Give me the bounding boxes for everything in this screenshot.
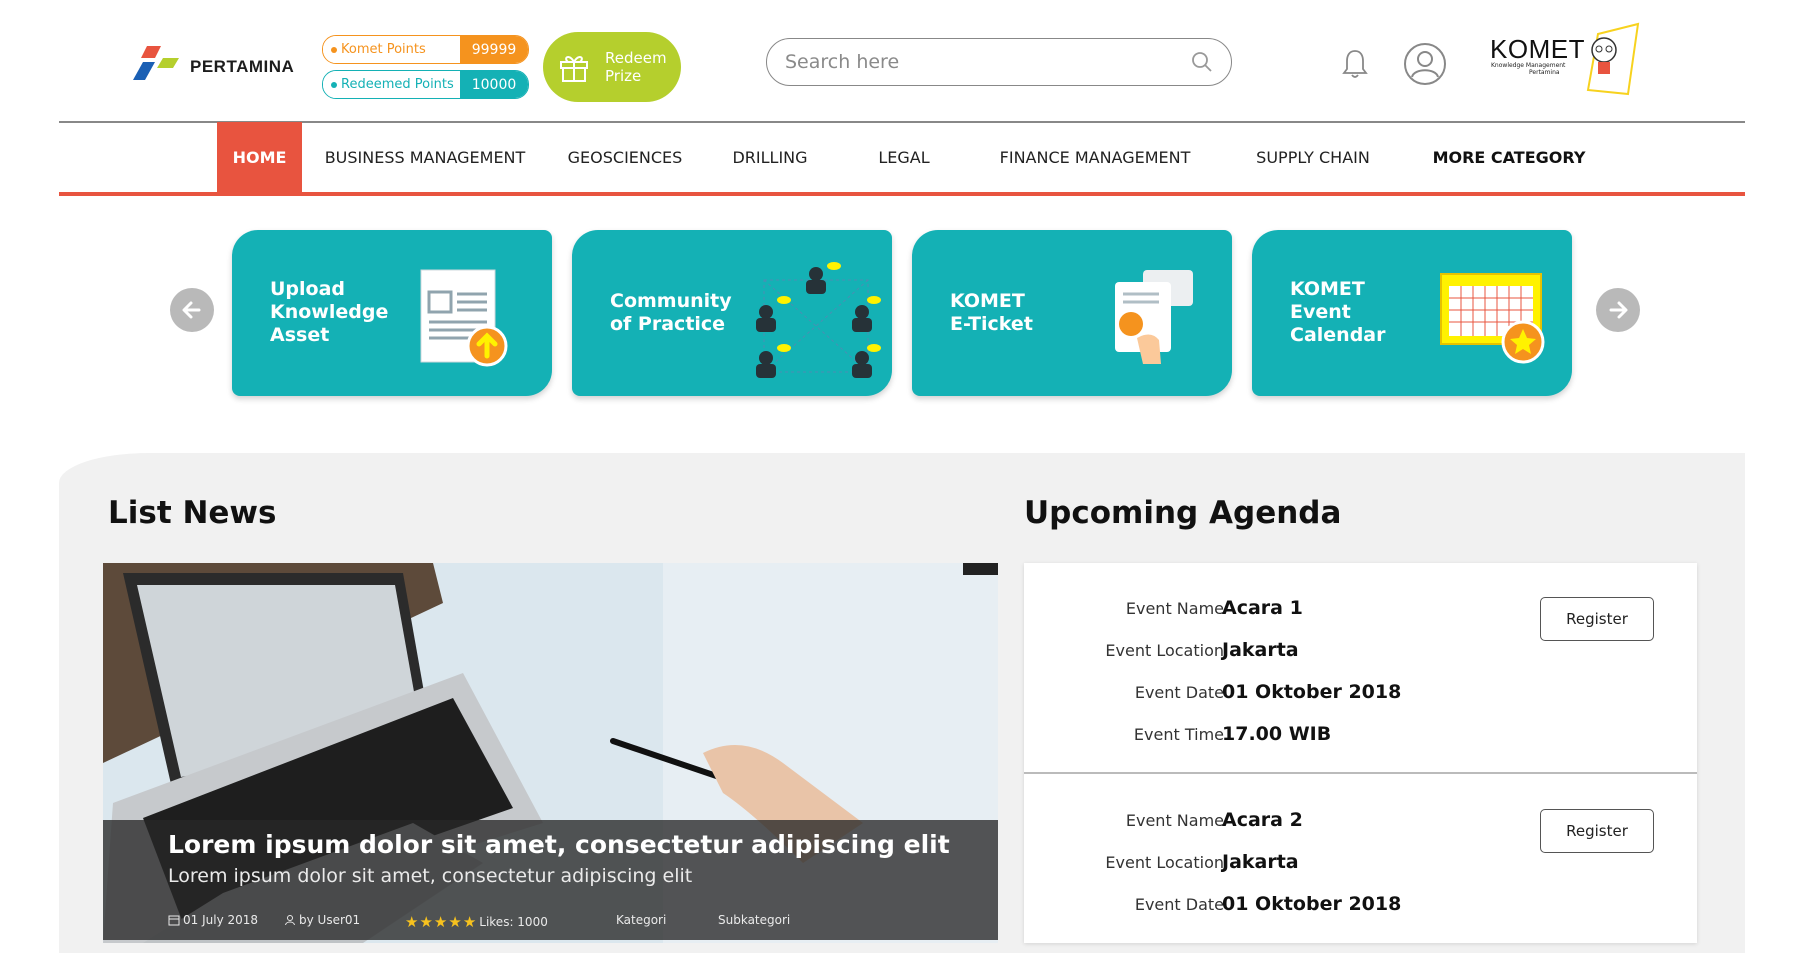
news-category[interactable]: Kategori: [616, 913, 666, 927]
news-summary: Lorem ipsum dolor sit amet, consectetur …: [168, 865, 693, 887]
search-icon[interactable]: [1191, 51, 1213, 73]
event-location-value: Jakarta: [1222, 639, 1299, 661]
redeemed-points-badge: Redeemed Points 10000: [322, 70, 529, 99]
event-date-value: 01 Oktober 2018: [1222, 681, 1402, 703]
card-label-line3: Asset: [270, 324, 330, 346]
bullet-icon: [331, 46, 337, 53]
komet-logo-title: KOMET: [1490, 34, 1585, 64]
bullet-icon: [331, 81, 337, 88]
card-komet-e-ticket[interactable]: KOMET E-Ticket: [912, 230, 1232, 396]
register-button[interactable]: Register: [1540, 597, 1654, 641]
user-icon: [285, 915, 295, 926]
ticket-icon: [1115, 270, 1193, 364]
star-icon: ★: [419, 913, 433, 931]
arrow-left-icon: [182, 301, 201, 319]
card-label-line2: E-Ticket: [950, 313, 1033, 335]
search-bar: [766, 38, 1232, 86]
card-komet-event-calendar[interactable]: KOMET Event Calendar: [1252, 230, 1572, 396]
calendar-icon: [168, 915, 180, 926]
event-date-value: 01 Oktober 2018: [1222, 893, 1402, 915]
card-label-line1: KOMET: [1290, 278, 1365, 300]
event-time-label: Event Time: [1133, 725, 1224, 744]
pertamina-logo-text: PERTAMINA: [190, 57, 295, 76]
news-heading: List News: [108, 495, 277, 531]
notification-bell-icon[interactable]: [1341, 48, 1369, 80]
event-date-label: Event Date: [1134, 895, 1224, 914]
card-community-of-practice[interactable]: Community of Practice: [572, 230, 892, 396]
card-label-line1: Community: [610, 290, 732, 312]
star-icon: ★: [405, 913, 419, 931]
card-label-line2: Event: [1290, 301, 1351, 323]
news-headline[interactable]: Lorem ipsum dolor sit amet, consectetur …: [168, 830, 950, 859]
komet-logo-subtitle-line2: Pertamina: [1529, 69, 1560, 76]
card-label-line3: Calendar: [1290, 324, 1386, 346]
user-avatar-icon[interactable]: [1403, 42, 1447, 86]
agenda-panel: Event Name Acara 1 Event Location Jakart…: [1024, 563, 1697, 943]
nav-geosciences[interactable]: GEOSCIENCES: [561, 122, 689, 192]
card-upload-knowledge-asset[interactable]: Upload Knowledge Asset: [232, 230, 552, 396]
card-label-line2: of Practice: [610, 313, 726, 335]
card-label-line1: Upload: [270, 278, 346, 300]
news-rating: ★ ★ ★ ★ ★ Likes: 1000: [405, 913, 548, 931]
event-name-value: Acara 2: [1222, 809, 1303, 831]
event-location-label: Event Location: [1105, 853, 1224, 872]
document-upload-icon: [420, 269, 508, 367]
redeem-label-line1: Redeem: [605, 49, 667, 67]
news-author-text: by User01: [299, 913, 361, 927]
nav-home[interactable]: HOME: [217, 122, 302, 192]
network-people-icon: [756, 262, 881, 378]
gift-icon: [560, 55, 588, 82]
event-name-label: Event Name: [1125, 811, 1224, 830]
main-nav: HOME BUSINESS MANAGEMENT GEOSCIENCES DRI…: [59, 122, 1745, 192]
pertamina-logo-icon: [133, 46, 179, 80]
star-icon: ★: [433, 913, 448, 931]
agenda-divider: [1024, 772, 1697, 774]
card-label-line2: Knowledge: [270, 301, 389, 323]
nav-more-category[interactable]: MORE CATEGORY: [1429, 122, 1589, 192]
carousel-next-button[interactable]: [1596, 288, 1640, 332]
komet-logo-subtitle: Knowledge Management Pertamina: [1491, 62, 1565, 76]
nav-supply-chain[interactable]: SUPPLY CHAIN: [1249, 122, 1377, 192]
news-likes: Likes: 1000: [479, 915, 548, 929]
nav-finance-management[interactable]: FINANCE MANAGEMENT: [991, 122, 1199, 192]
carousel-prev-button[interactable]: [170, 288, 214, 332]
redeem-label-line2: Prize: [605, 67, 642, 85]
search-input[interactable]: [783, 50, 1187, 74]
event-date-label: Event Date: [1134, 683, 1224, 702]
komet-logo-subtitle-line1: Knowledge Management: [1491, 62, 1566, 69]
news-subcategory[interactable]: Subkategori: [718, 913, 790, 927]
star-icon: ★: [462, 913, 477, 931]
nav-underline: [59, 192, 1745, 196]
news-date-text: 01 July 2018: [183, 913, 259, 927]
nav-drilling[interactable]: DRILLING: [727, 122, 813, 192]
event-location-label: Event Location: [1105, 641, 1224, 660]
calendar-star-icon: [1440, 273, 1545, 364]
register-button[interactable]: Register: [1540, 809, 1654, 853]
card-label-line1: KOMET: [950, 290, 1025, 312]
event-time-value: 17.00 WIB: [1222, 723, 1332, 745]
redeemed-points-value: 10000: [460, 71, 528, 98]
event-name-value: Acara 1: [1222, 597, 1303, 619]
news-date: 01 July 2018: [168, 913, 258, 927]
agenda-heading: Upcoming Agenda: [1024, 495, 1342, 531]
komet-points-value: 99999: [460, 36, 528, 63]
nav-business-management[interactable]: BUSINESS MANAGEMENT: [321, 122, 529, 192]
komet-points-badge: Komet Points 99999: [322, 35, 529, 64]
redeem-prize-button[interactable]: Redeem Prize: [543, 32, 681, 102]
redeemed-points-label: Redeemed Points: [341, 77, 454, 92]
news-author: by User01: [284, 913, 360, 927]
event-name-label: Event Name: [1125, 599, 1224, 618]
arrow-right-icon: [1609, 301, 1628, 319]
nav-legal[interactable]: LEGAL: [874, 122, 934, 192]
star-icon: ★: [448, 913, 462, 931]
event-location-value: Jakarta: [1222, 851, 1299, 873]
komet-points-label: Komet Points: [341, 42, 426, 57]
